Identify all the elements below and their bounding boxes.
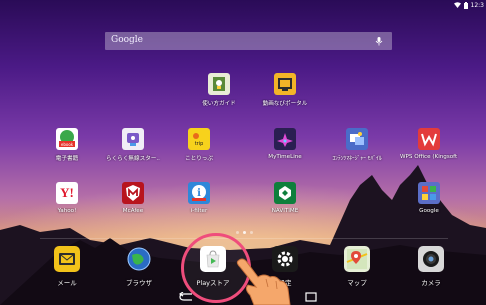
page-indicator: [231, 231, 257, 235]
browser-globe-icon: [126, 246, 152, 272]
app-mytimeline[interactable]: MyTimeLine: [256, 128, 314, 160]
app-label: マップ: [347, 279, 367, 287]
app-wireless-start[interactable]: らくらく無線スター..: [104, 128, 162, 162]
app-label: カメラ: [421, 279, 441, 287]
app-label: ブラウザ: [126, 279, 152, 287]
app-label: メール: [57, 279, 77, 287]
app-mcafee[interactable]: McAfee: [104, 182, 162, 214]
svg-text:trip: trip: [195, 141, 204, 147]
app-video-portal[interactable]: 動画なびポータル: [256, 73, 314, 107]
dock-divider: [40, 238, 448, 239]
app-wps-office[interactable]: WPS Office (Kingsoft Of..: [400, 128, 458, 160]
app-label: McAfee: [122, 208, 144, 214]
microphone-icon[interactable]: [374, 36, 384, 46]
cotrip-icon: trip: [188, 128, 210, 150]
app-label: NAVITIME: [271, 208, 299, 214]
wifi-icon: [453, 2, 461, 8]
app-content-manager[interactable]: ｺﾝﾃﾝﾂﾏﾈｰｼﾞｬｰ ﾓﾊﾞｲﾙ: [328, 128, 386, 162]
recent-apps-icon[interactable]: [302, 292, 320, 302]
page-dot: [235, 231, 239, 234]
app-label: Yahoo!: [57, 208, 77, 214]
page-dot: [249, 231, 253, 234]
app-label: Google: [419, 208, 439, 214]
mcafee-icon: [122, 182, 144, 204]
app-label: ことりっぷ: [185, 156, 213, 162]
app-cotrip[interactable]: trip ことりっぷ: [170, 128, 228, 162]
dock-camera[interactable]: カメラ: [402, 246, 460, 287]
ebook-japan-icon: ebook: [56, 128, 78, 150]
svg-text:i: i: [197, 188, 201, 199]
app-guide[interactable]: 使い方ガイド: [190, 73, 248, 107]
app-label: ｺﾝﾃﾝﾂﾏﾈｰｼﾞｬｰ ﾓﾊﾞｲﾙ: [332, 156, 382, 162]
back-icon[interactable]: [178, 292, 196, 302]
app-label: i-filter: [190, 208, 208, 214]
yahoo-icon: Y!: [56, 182, 78, 204]
app-label: らくらく無線スター..: [106, 156, 160, 162]
battery-icon: [463, 1, 468, 9]
maps-icon: [344, 246, 370, 272]
status-time: 12:3: [470, 1, 484, 9]
navigation-bar: [0, 290, 486, 305]
app-label: MyTimeLine: [268, 154, 302, 160]
google-search-bar[interactable]: Google: [105, 32, 392, 50]
app-label: 動画なびポータル: [262, 101, 308, 107]
search-bar-label: Google: [111, 35, 143, 45]
mail-icon: [54, 246, 80, 272]
content-manager-icon: [346, 128, 368, 150]
video-portal-icon: [274, 73, 296, 95]
guide-book-icon: [208, 73, 230, 95]
app-label: 電子書籍: [55, 156, 79, 162]
camera-icon: [418, 246, 444, 272]
dock-maps[interactable]: マップ: [328, 246, 386, 287]
dock-browser[interactable]: ブラウザ: [110, 246, 168, 287]
app-ebook[interactable]: ebook 電子書籍: [38, 128, 96, 162]
status-bar: 12:3: [0, 0, 486, 10]
dock-mail[interactable]: メール: [38, 246, 96, 287]
app-label: WPS Office (Kingsoft Of..: [400, 154, 458, 160]
svg-text:ebook: ebook: [61, 142, 74, 147]
app-navitime[interactable]: NAVITIME: [256, 182, 314, 214]
app-label: 使い方ガイド: [202, 101, 236, 107]
status-icons: 12:3: [453, 0, 484, 10]
mytimeline-icon: [274, 128, 296, 150]
google-folder-icon: [418, 182, 440, 204]
wireless-start-icon: [122, 128, 144, 150]
wps-office-icon: [418, 128, 440, 150]
page-dot: [242, 231, 246, 234]
ifilter-icon: i: [188, 182, 210, 204]
app-google-folder[interactable]: Google: [400, 182, 458, 214]
app-yahoo[interactable]: Y! Yahoo!: [38, 182, 96, 214]
navitime-icon: [274, 182, 296, 204]
app-ifilter[interactable]: i i-filter: [170, 182, 228, 214]
